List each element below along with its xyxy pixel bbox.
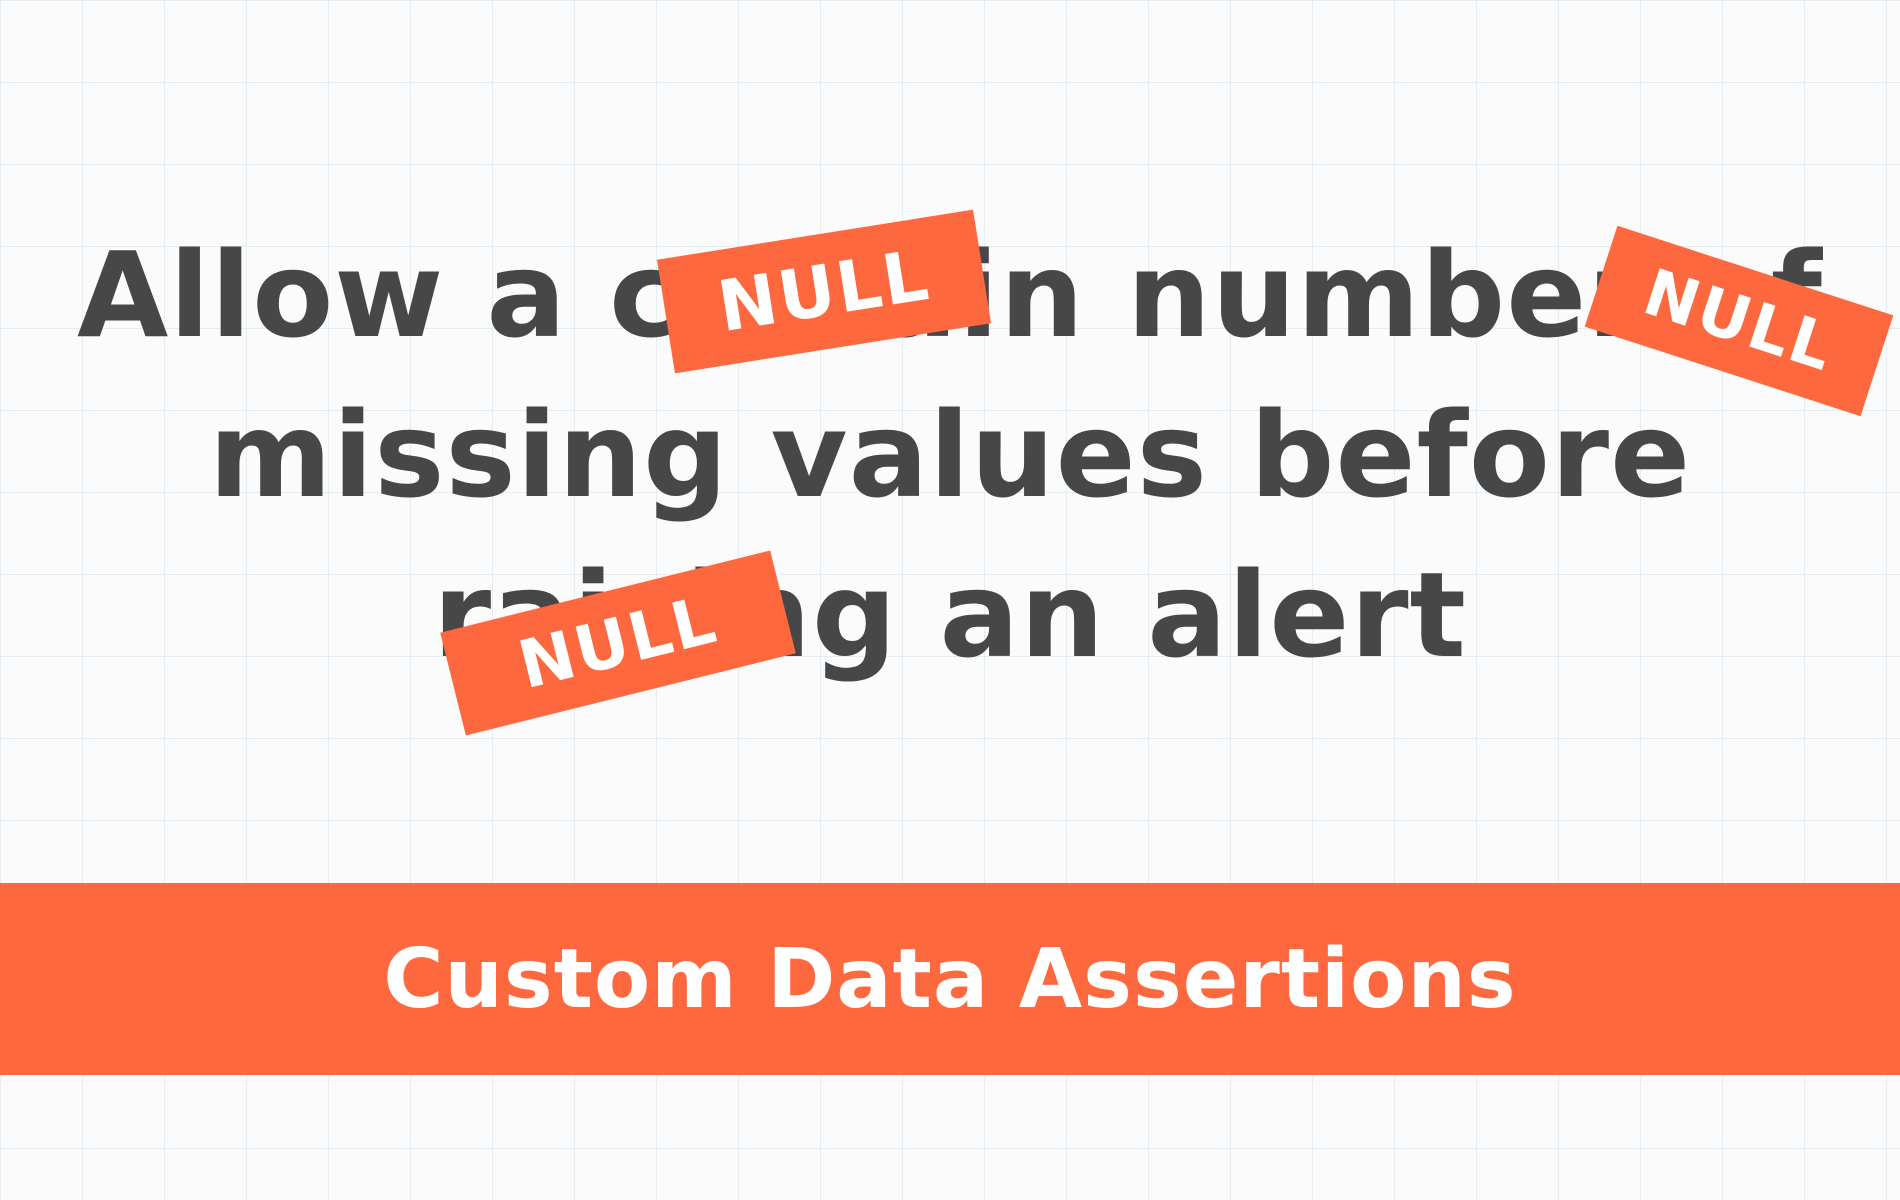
headline-line-2: missing values before bbox=[208, 386, 1692, 524]
banner-title: Custom Data Assertions bbox=[383, 931, 1517, 1027]
headline-line-3: raising an alert bbox=[433, 546, 1467, 684]
page: { "headline": { "line_1": "Allow a certa… bbox=[0, 0, 1900, 1200]
footer-banner: Custom Data Assertions bbox=[0, 883, 1900, 1075]
